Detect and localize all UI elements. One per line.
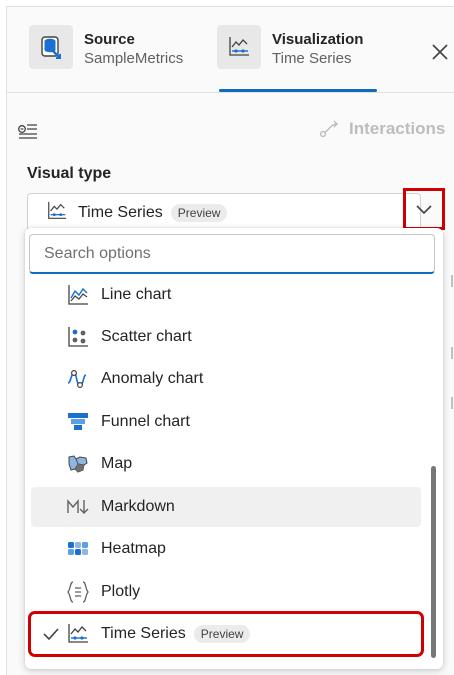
visual-type-listbox: Line chart Scatter chart Anomaly chart <box>25 228 443 669</box>
visual-type-select[interactable]: Time Series Preview <box>27 188 445 233</box>
option-label: Time Series <box>101 625 186 642</box>
interactions-label: Interactions <box>349 119 446 138</box>
scatter-chart-icon <box>65 324 91 350</box>
option-markdown[interactable]: Markdown <box>31 487 421 527</box>
tab-source-subtitle: SampleMetrics <box>84 50 184 67</box>
option-scatter-chart[interactable]: Scatter chart <box>31 317 421 357</box>
interactions-button[interactable]: Interactions <box>319 119 445 139</box>
option-funnel-chart[interactable]: Funnel chart <box>31 402 421 442</box>
map-icon <box>65 451 91 477</box>
markdown-icon <box>65 494 91 520</box>
background-edge <box>451 275 453 287</box>
option-heatmap[interactable]: Heatmap <box>31 529 421 569</box>
tab-visualization-subtitle: Time Series <box>272 50 352 67</box>
visual-type-label: Visual type <box>27 165 112 182</box>
option-label: Scatter chart <box>101 328 192 345</box>
option-label: Line chart <box>101 286 172 303</box>
option-label: Funnel chart <box>101 413 190 430</box>
option-label: Map <box>101 455 133 472</box>
option-label: Heatmap <box>101 540 166 557</box>
pane-tabs: Source SampleMetrics Visualization Time … <box>7 7 454 93</box>
time-series-icon <box>217 25 261 69</box>
anomaly-chart-icon <box>65 366 91 392</box>
option-plotly[interactable]: Plotly <box>31 572 421 612</box>
preview-badge: Preview <box>193 625 251 643</box>
listbox-scrollbar[interactable] <box>431 466 436 658</box>
option-time-series[interactable]: Time Series Preview <box>28 611 424 657</box>
search-options-input[interactable] <box>29 234 435 274</box>
database-icon <box>29 25 73 69</box>
dropdown-toggle-button[interactable] <box>403 188 445 230</box>
background-edge <box>451 397 453 409</box>
tab-visualization[interactable]: Visualization Time Series <box>217 25 363 69</box>
plotly-icon <box>65 579 91 605</box>
time-series-icon <box>65 621 91 647</box>
option-label: Markdown <box>101 498 175 515</box>
visual-type-selected-value: Time Series <box>78 204 163 221</box>
settings-list-icon[interactable] <box>17 121 39 141</box>
close-icon[interactable] <box>429 41 451 63</box>
option-label: Plotly <box>101 583 141 600</box>
option-map[interactable]: Map <box>31 444 421 484</box>
time-series-icon <box>46 200 68 227</box>
option-label: Anomaly chart <box>101 370 204 387</box>
checkmark-icon <box>37 627 65 641</box>
option-line-chart[interactable]: Line chart <box>31 275 421 315</box>
line-chart-icon <box>65 282 91 308</box>
preview-badge: Preview <box>170 204 228 222</box>
tab-source[interactable]: Source SampleMetrics <box>29 25 183 69</box>
heatmap-icon <box>65 536 91 562</box>
tab-visualization-title: Visualization <box>272 31 364 48</box>
interactions-icon <box>319 120 338 138</box>
active-tab-indicator <box>219 89 377 92</box>
option-anomaly-chart[interactable]: Anomaly chart <box>31 359 421 399</box>
chevron-down-icon <box>416 205 432 215</box>
tab-source-title: Source <box>84 31 135 48</box>
background-edge <box>451 347 453 359</box>
funnel-chart-icon <box>65 409 91 435</box>
